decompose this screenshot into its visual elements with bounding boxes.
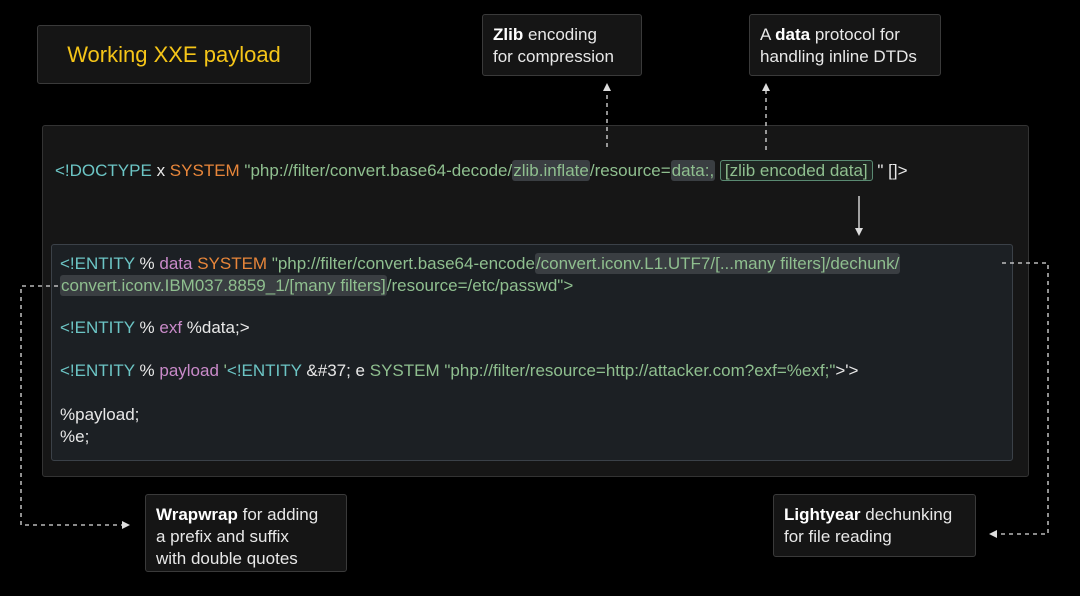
- wrapwrap-connector: [20, 285, 130, 529]
- lightyear-connector: [989, 262, 1049, 538]
- connector-arrows: [20, 83, 1049, 538]
